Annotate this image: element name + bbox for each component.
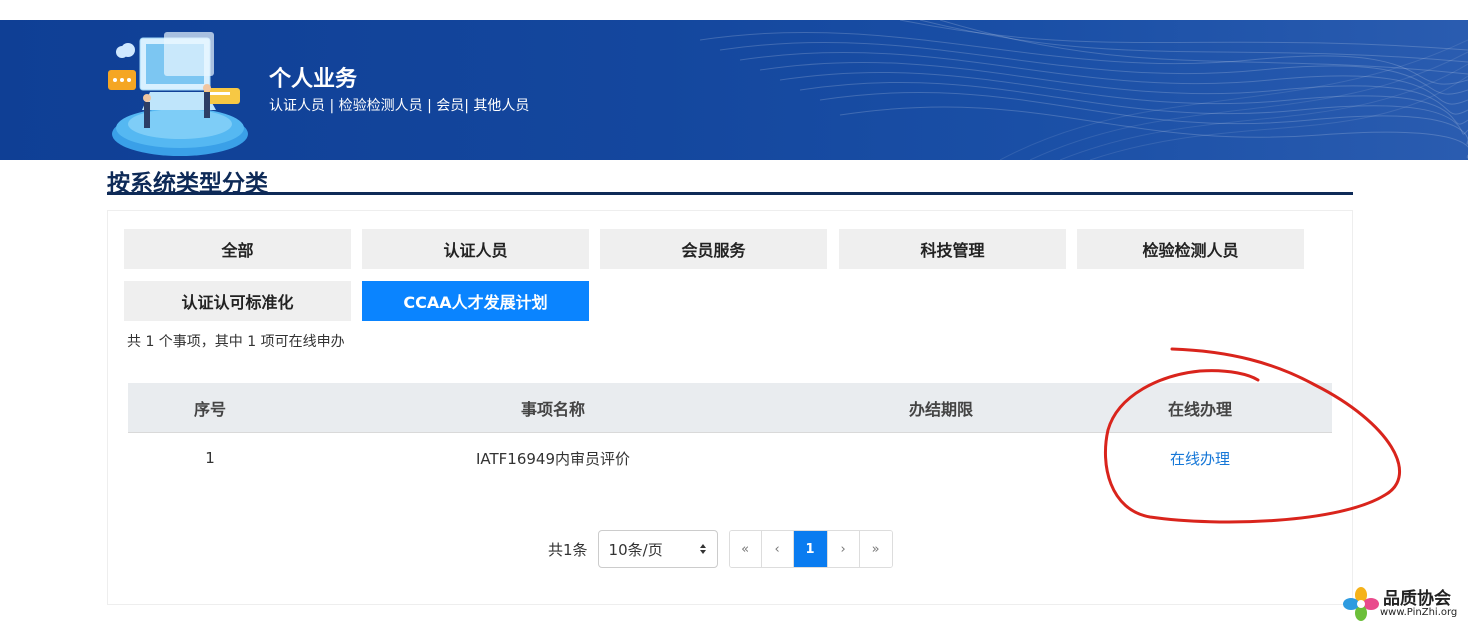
page-subtitle: 认证人员 | 检验检测人员 | 会员| 其他人员 [269,98,530,114]
page-1-button[interactable]: 1 [793,531,828,567]
total-count: 共1条 [548,540,588,559]
tab-all[interactable]: 全部 [124,229,351,269]
first-page-button[interactable]: « [729,531,762,567]
watermark-url: www.PinZhi.org [1380,607,1458,618]
watermark-name: 品质协会 [1383,589,1451,609]
tab-accreditation-standardization[interactable]: 认证认可标准化 [124,281,351,321]
section-divider [107,192,1353,195]
select-updown-icon [699,544,706,554]
pagination: 共1条 10条/页 « ‹ 1 › » [548,530,893,568]
column-header-deadline: 办结期限 [908,399,973,419]
tab-member-services[interactable]: 会员服务 [600,229,827,269]
page-size-value: 10条/页 [608,540,663,559]
row-index: 1 [205,449,215,467]
tab-ccaa-talent-plan[interactable]: CCAA人才发展计划 [362,281,589,321]
column-header-name: 事项名称 [520,399,585,419]
tab-inspection-staff[interactable]: 检验检测人员 [1077,229,1304,269]
results-summary: 共 1 个事项，其中 1 项可在线申办 [127,334,345,350]
header-banner: 个人业务 认证人员 | 检验检测人员 | 会员| 其他人员 [0,20,1468,160]
page-size-select[interactable]: 10条/页 [597,530,718,568]
watermark-logo: 品质协会 www.PinZhi.org [1343,583,1468,623]
tab-certification-staff[interactable]: 认证人员 [362,229,589,269]
page-buttons: « ‹ 1 › » [728,530,893,568]
row-item-name: IATF16949内审员评价 [475,449,631,468]
tab-tech-management[interactable]: 科技管理 [839,229,1066,269]
next-page-button[interactable]: › [827,531,860,567]
column-header-index: 序号 [193,399,226,419]
flower-logo-icon [1343,587,1379,621]
annotation-circle [1104,347,1402,524]
prev-page-button[interactable]: ‹ [761,531,794,567]
last-page-button[interactable]: » [859,531,892,567]
computer-illustration-icon [108,32,248,156]
page-title: 个人业务 [269,67,358,92]
